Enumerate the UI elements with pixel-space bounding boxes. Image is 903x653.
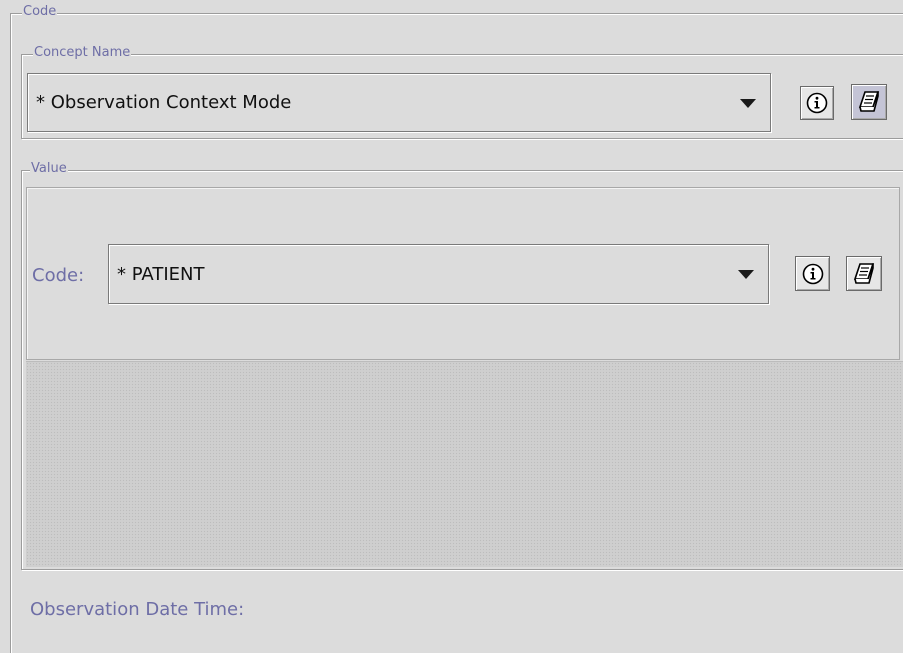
observation-date-time-label: Observation Date Time:	[30, 599, 245, 620]
concept-name-group-title: Concept Name	[33, 45, 132, 60]
concept-name-dropdown[interactable]: * Observation Context Mode	[27, 73, 771, 132]
concept-name-edit-button[interactable]	[851, 84, 887, 120]
info-circle-icon	[802, 263, 823, 284]
concept-name-selected-value: * Observation Context Mode	[36, 92, 292, 113]
value-code-dropdown[interactable]: * PATIENT	[108, 244, 769, 304]
code-group-title: Code	[22, 4, 58, 19]
value-group-title: Value	[30, 161, 68, 176]
value-code-edit-button[interactable]	[846, 256, 882, 291]
chevron-down-icon[interactable]	[738, 270, 754, 279]
notebook-icon	[858, 91, 880, 112]
chevron-down-icon[interactable]	[740, 99, 756, 108]
value-empty-area	[26, 361, 903, 567]
notebook-icon	[853, 262, 875, 284]
concept-name-info-button[interactable]	[800, 86, 834, 120]
value-code-label: Code:	[32, 265, 85, 286]
info-circle-icon	[806, 92, 828, 114]
value-code-info-button[interactable]	[795, 256, 830, 291]
value-code-selected-value: * PATIENT	[117, 263, 205, 285]
